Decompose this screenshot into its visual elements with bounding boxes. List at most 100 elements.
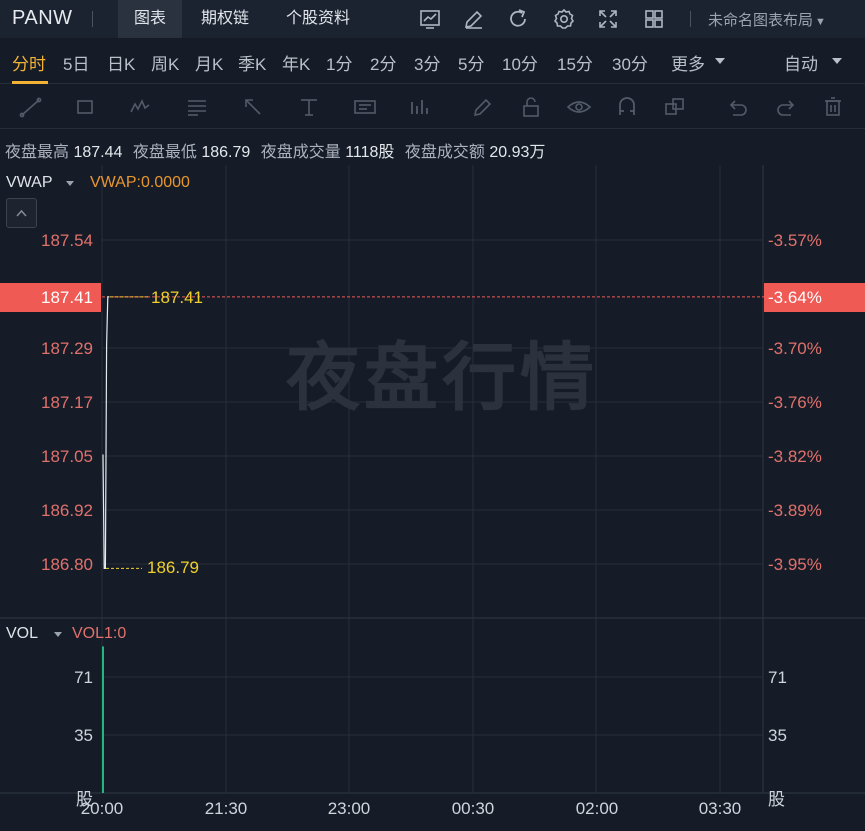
vol-indicator-name[interactable]: VOL: [6, 625, 38, 643]
chart-icon[interactable]: [418, 7, 442, 31]
price-tick: 187.17: [41, 393, 93, 412]
period-10min[interactable]: 10分: [502, 50, 538, 75]
divider: [92, 11, 93, 27]
vwap-indicator-value: VWAP:0.0000: [90, 174, 190, 191]
pen-icon[interactable]: [470, 94, 496, 120]
note-tool-icon[interactable]: [352, 94, 378, 120]
percent-tick: -3.82%: [768, 447, 822, 466]
chart-grid: [0, 165, 865, 794]
chevron-down-icon[interactable]: [66, 181, 74, 186]
redo-icon[interactable]: [774, 94, 800, 120]
stat-volume-value: 1118股: [345, 144, 395, 161]
last-price-value: 187.41: [41, 288, 93, 307]
period-daily[interactable]: 日K: [107, 50, 135, 75]
vol-indicator-value: VOL1:0: [72, 625, 127, 642]
stat-low-value: 186.79: [201, 144, 251, 161]
stat-turnover-value: 20.93万: [489, 144, 546, 161]
time-tick: 20:00: [80, 799, 124, 818]
volume-unit: 股: [768, 790, 785, 809]
period-5day[interactable]: 5日: [63, 50, 89, 75]
grid-layout-icon[interactable]: [642, 7, 666, 31]
period-2min[interactable]: 2分: [370, 50, 396, 75]
chevron-down-icon: [832, 58, 842, 64]
layout-name: 未命名图表布局: [708, 12, 814, 29]
stat-low-label: 夜盘最低: [132, 144, 197, 161]
tab-stock-profile[interactable]: 个股资料: [270, 0, 366, 38]
volume-tick: 71: [768, 668, 787, 687]
last-percent-value: -3.64%: [768, 288, 822, 307]
tab-options-chain[interactable]: 期权链: [186, 0, 264, 38]
eye-icon[interactable]: [566, 94, 592, 120]
stat-high-label: 夜盘最高: [5, 144, 70, 161]
tab-chart[interactable]: 图表: [118, 0, 182, 38]
text-tool-icon[interactable]: [296, 94, 322, 120]
settings-icon[interactable]: [552, 7, 576, 31]
chevron-down-icon: ▼: [815, 16, 826, 28]
time-tick: 23:00: [327, 799, 371, 818]
ticker-symbol: PANW: [12, 7, 73, 29]
stat-high-value: 187.44: [73, 144, 123, 161]
price-series-line: [102, 296, 109, 569]
volume-bar: [102, 646, 104, 793]
price-tick: 187.29: [41, 339, 93, 358]
period-intraday[interactable]: 分时: [12, 50, 46, 75]
bar-pattern-icon[interactable]: [406, 94, 432, 120]
chevron-down-icon[interactable]: [54, 632, 62, 637]
percent-tick: -3.70%: [768, 339, 822, 358]
percent-tick: -3.76%: [768, 393, 822, 412]
period-1min[interactable]: 1分: [326, 50, 352, 75]
watermark: 夜盘行情: [286, 336, 598, 419]
fib-tool-icon[interactable]: [184, 94, 210, 120]
time-tick: 00:30: [451, 799, 495, 818]
price-tick: 187.54: [41, 231, 93, 250]
period-weekly[interactable]: 周K: [151, 50, 179, 75]
top-bar: PANW 图表 期权链 个股资料 未命名图表布局 ▼: [0, 0, 865, 38]
period-monthly[interactable]: 月K: [195, 50, 223, 75]
undo-icon[interactable]: [724, 94, 750, 120]
period-bar: 分时 5日 日K 周K 月K 季K 年K 1分 2分 3分 5分 10分 15分…: [0, 38, 865, 84]
line-tool-icon[interactable]: [18, 94, 44, 120]
volume-tick: 35: [74, 726, 93, 745]
volume-tick: 35: [768, 726, 787, 745]
collapse-button[interactable]: [6, 198, 37, 228]
active-period-indicator: [12, 81, 48, 84]
divider: [690, 11, 691, 27]
period-3min[interactable]: 3分: [414, 50, 440, 75]
magnet-icon[interactable]: [614, 94, 640, 120]
price-tick: 187.05: [41, 447, 93, 466]
volume-plot: [102, 646, 104, 793]
price-tick: 186.92: [41, 501, 93, 520]
layers-icon[interactable]: [662, 94, 688, 120]
price-chart[interactable]: [0, 160, 865, 831]
night-session-stats: 夜盘最高 187.44 夜盘最低 186.79 夜盘成交量 1118股 夜盘成交…: [5, 138, 551, 162]
edit-icon[interactable]: [462, 7, 486, 31]
percent-tick: -3.95%: [768, 555, 822, 574]
arrow-tool-icon[interactable]: [240, 94, 266, 120]
volume-tick: 71: [74, 668, 93, 687]
period-5min[interactable]: 5分: [458, 50, 484, 75]
layout-selector[interactable]: 未命名图表布局 ▼: [708, 9, 826, 30]
percent-tick: -3.89%: [768, 501, 822, 520]
chevron-down-icon: [715, 58, 725, 64]
refresh-icon[interactable]: [506, 7, 530, 31]
period-yearly[interactable]: 年K: [282, 50, 310, 75]
vwap-indicator-name[interactable]: VWAP: [6, 174, 53, 192]
time-tick: 03:30: [698, 799, 742, 818]
period-30min[interactable]: 30分: [612, 50, 648, 75]
lock-icon[interactable]: [518, 94, 544, 120]
price-tick: 186.80: [41, 555, 93, 574]
drawing-toolbar: [0, 85, 865, 129]
trash-icon[interactable]: [820, 94, 846, 120]
rect-tool-icon[interactable]: [72, 94, 98, 120]
low-marker-label: 186.79: [147, 558, 199, 577]
period-quarterly[interactable]: 季K: [238, 50, 266, 75]
wave-tool-icon[interactable]: [128, 94, 154, 120]
auto-scale-selector[interactable]: 自动: [784, 50, 818, 75]
stat-volume-label: 夜盘成交量: [260, 144, 341, 161]
time-tick: 02:00: [575, 799, 619, 818]
stat-turnover-label: 夜盘成交额: [404, 144, 485, 161]
period-more[interactable]: 更多: [671, 50, 705, 75]
period-15min[interactable]: 15分: [557, 50, 593, 75]
fullscreen-icon[interactable]: [596, 7, 620, 31]
percent-tick: -3.57%: [768, 231, 822, 250]
